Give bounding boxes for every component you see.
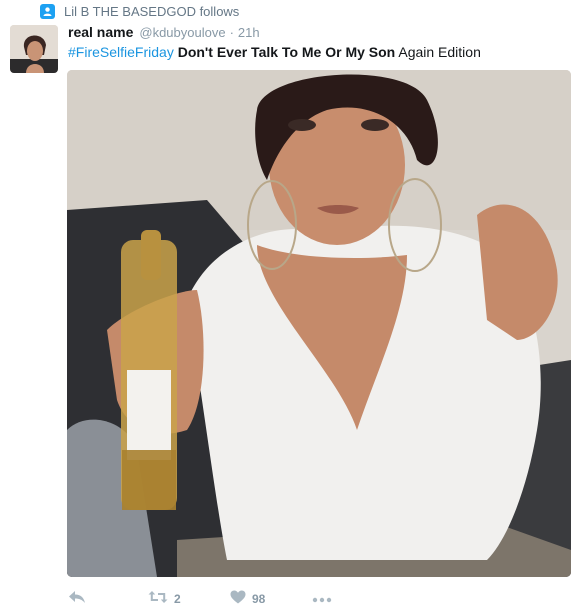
separator-dot: · [229,25,234,40]
tweet-header: real name @kdubyoulove · 21h [68,24,260,42]
reply-icon [68,590,86,609]
heart-icon [230,590,246,609]
social-context: Lil B THE BASEDGOD follows [40,2,239,20]
tweet-photo[interactable] [67,70,571,577]
tweet-actions: 2 98 [68,588,332,610]
reply-button[interactable] [68,590,148,609]
more-icon [312,590,332,608]
like-count: 98 [252,592,266,606]
more-button[interactable] [312,590,332,608]
tweet-timestamp[interactable]: 21h [238,25,260,40]
retweet-icon [148,590,168,609]
author-fullname[interactable]: real name [68,24,133,40]
tweet-bold-text: Don't Ever Talk To Me Or My Son [177,44,396,60]
tweet-rest-text: Again Edition [398,44,481,60]
author-username[interactable]: @kdubyoulove [139,25,225,40]
social-context-text[interactable]: Lil B THE BASEDGOD follows [64,4,239,19]
avatar[interactable] [10,25,58,73]
hashtag-link[interactable]: #FireSelfieFriday [68,44,174,60]
retweet-count: 2 [174,592,181,606]
like-button[interactable]: 98 [230,590,312,609]
retweet-button[interactable]: 2 [148,590,230,609]
person-icon [40,3,55,19]
tweet-text: #FireSelfieFriday Don't Ever Talk To Me … [68,43,481,61]
